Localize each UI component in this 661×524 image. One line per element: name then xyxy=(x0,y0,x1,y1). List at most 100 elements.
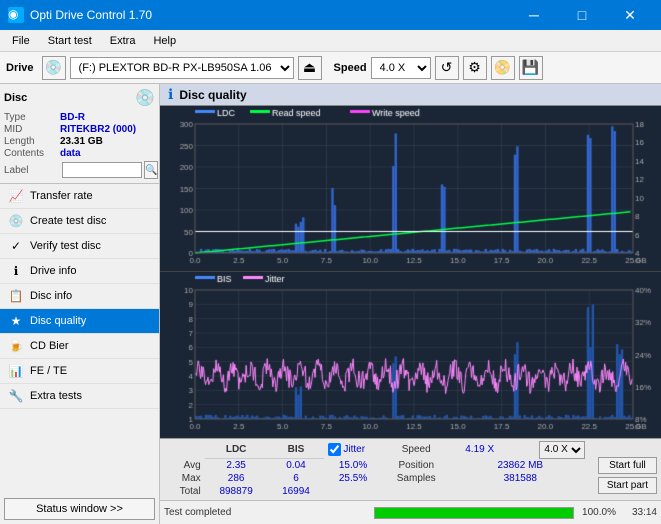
sidebar-item-disc-quality[interactable]: ★ Disc quality xyxy=(0,309,159,334)
sidebar-item-verify-test-disc[interactable]: ✓ Verify test disc xyxy=(0,234,159,259)
drive-label: Drive xyxy=(6,62,34,74)
label-search-button[interactable]: 🔍 xyxy=(144,161,158,179)
sidebar-item-fe-te[interactable]: 📊 FE / TE xyxy=(0,359,159,384)
max-label: Max xyxy=(164,472,205,485)
mid-value: RITEKBR2 (000) xyxy=(60,124,136,135)
settings-button[interactable]: ⚙ xyxy=(463,56,487,80)
disc-length-row: Length 23.31 GB xyxy=(4,136,155,147)
jitter-checkbox-label: Jitter xyxy=(328,443,377,456)
sidebar-item-disc-info[interactable]: 📋 Disc info xyxy=(0,284,159,309)
max-jitter: 25.5% xyxy=(324,472,381,485)
menu-file[interactable]: File xyxy=(4,33,38,49)
disc-quality-header-title: Disc quality xyxy=(179,88,246,102)
jitter-checkbox[interactable] xyxy=(328,443,341,456)
sidebar: Disc 💿 Type BD-R MID RITEKBR2 (000) Leng… xyxy=(0,84,160,524)
disc-label-row: Label 🔍 xyxy=(4,161,155,179)
fe-te-label: FE / TE xyxy=(30,365,67,377)
label-input[interactable] xyxy=(62,162,142,178)
cd-bier-icon: 🍺 xyxy=(8,339,24,353)
start-part-button[interactable]: Start part xyxy=(598,477,657,494)
sidebar-item-extra-tests[interactable]: 🔧 Extra tests xyxy=(0,384,159,409)
maximize-button[interactable]: □ xyxy=(559,0,605,30)
speed-select[interactable]: 4.0 X xyxy=(371,57,431,79)
drive-icon-btn[interactable]: 💿 xyxy=(42,56,66,80)
total-label: Total xyxy=(164,485,205,498)
save-button[interactable]: 💾 xyxy=(519,56,543,80)
chart2 xyxy=(160,272,661,437)
drivebar: Drive 💿 (F:) PLEXTOR BD-R PX-LB950SA 1.0… xyxy=(0,52,661,84)
disc-quality-header: ℹ Disc quality xyxy=(160,84,661,106)
transfer-rate-icon: 📈 xyxy=(8,189,24,203)
stats-table: LDC BIS Jitter Speed 4.19 X xyxy=(164,441,590,499)
app-title: Opti Drive Control 1.70 xyxy=(30,8,152,22)
eject-button[interactable]: ⏏ xyxy=(298,56,322,80)
progress-bar xyxy=(374,507,574,519)
titlebar: ◉ Opti Drive Control 1.70 ─ □ ✕ xyxy=(0,0,661,30)
samples-label: Samples xyxy=(382,472,451,485)
refresh-button[interactable]: ↺ xyxy=(435,56,459,80)
mid-label: MID xyxy=(4,124,60,135)
status-text: Test completed xyxy=(164,507,366,518)
titlebar-title: ◉ Opti Drive Control 1.70 xyxy=(8,7,152,23)
disc-contents-row: Contents data xyxy=(4,148,155,159)
sidebar-item-drive-info[interactable]: ℹ Drive info xyxy=(0,259,159,284)
speed-stat-label: Speed xyxy=(382,441,451,459)
content-area: ℹ Disc quality LDC BIS xyxy=(160,84,661,524)
disc-info-label: Disc info xyxy=(30,290,72,302)
contents-label: Contents xyxy=(4,148,60,159)
speed-select-stats[interactable]: 4.0 X xyxy=(539,441,585,459)
stats-area: LDC BIS Jitter Speed 4.19 X xyxy=(160,438,661,501)
menu-help[interactable]: Help xyxy=(145,33,184,49)
extra-tests-icon: 🔧 xyxy=(8,389,24,403)
total-bis: 16994 xyxy=(268,485,325,498)
fe-te-icon: 📊 xyxy=(8,364,24,378)
bis-header: BIS xyxy=(268,441,325,459)
verify-test-disc-icon: ✓ xyxy=(8,239,24,253)
disc-quality-label: Disc quality xyxy=(30,315,86,327)
disc-header: Disc 💿 xyxy=(4,88,155,108)
disc-info-icon: 📋 xyxy=(8,289,24,303)
cd-bier-label: CD Bier xyxy=(30,340,69,352)
max-ldc: 286 xyxy=(205,472,268,485)
window-controls: ─ □ ✕ xyxy=(511,0,653,30)
extra-tests-label: Extra tests xyxy=(30,390,82,402)
create-test-disc-icon: 💿 xyxy=(8,214,24,228)
length-value: 23.31 GB xyxy=(60,136,103,147)
close-button[interactable]: ✕ xyxy=(607,0,653,30)
length-label: Length xyxy=(4,136,60,147)
disc-section-title: Disc xyxy=(4,92,27,104)
chart1 xyxy=(160,106,661,271)
drive-select[interactable]: (F:) PLEXTOR BD-R PX-LB950SA 1.06 xyxy=(70,57,294,79)
sidebar-item-transfer-rate[interactable]: 📈 Transfer rate xyxy=(0,184,159,209)
sidebar-item-create-test-disc[interactable]: 💿 Create test disc xyxy=(0,209,159,234)
verify-test-disc-label: Verify test disc xyxy=(30,240,101,252)
start-full-button[interactable]: Start full xyxy=(598,457,657,474)
app-icon: ◉ xyxy=(8,7,24,23)
menu-start-test[interactable]: Start test xyxy=(40,33,100,49)
disc-mid-row: MID RITEKBR2 (000) xyxy=(4,124,155,135)
type-label: Type xyxy=(4,112,60,123)
avg-ldc: 2.35 xyxy=(205,459,268,473)
total-ldc: 898879 xyxy=(205,485,268,498)
minimize-button[interactable]: ─ xyxy=(511,0,557,30)
progress-label: 100.0% xyxy=(582,507,616,518)
sidebar-item-cd-bier[interactable]: 🍺 CD Bier xyxy=(0,334,159,359)
chart2-container xyxy=(160,272,661,437)
contents-value: data xyxy=(60,148,81,159)
disc-options-button[interactable]: 📀 xyxy=(491,56,515,80)
label-label: Label xyxy=(4,165,60,176)
transfer-rate-label: Transfer rate xyxy=(30,190,93,202)
position-label: Position xyxy=(382,459,451,473)
speed-stat-value: 4.19 X xyxy=(451,441,509,459)
disc-type-row: Type BD-R xyxy=(4,112,155,123)
drive-info-icon: ℹ xyxy=(8,264,24,278)
chart1-container xyxy=(160,106,661,272)
status-window-button[interactable]: Status window >> xyxy=(4,498,155,520)
avg-label: Avg xyxy=(164,459,205,473)
position-value: 23862 MB xyxy=(451,459,590,473)
menu-extra[interactable]: Extra xyxy=(102,33,144,49)
avg-jitter: 15.0% xyxy=(324,459,381,473)
create-test-disc-label: Create test disc xyxy=(30,215,106,227)
time-label: 33:14 xyxy=(632,507,657,518)
progress-fill xyxy=(375,508,573,518)
